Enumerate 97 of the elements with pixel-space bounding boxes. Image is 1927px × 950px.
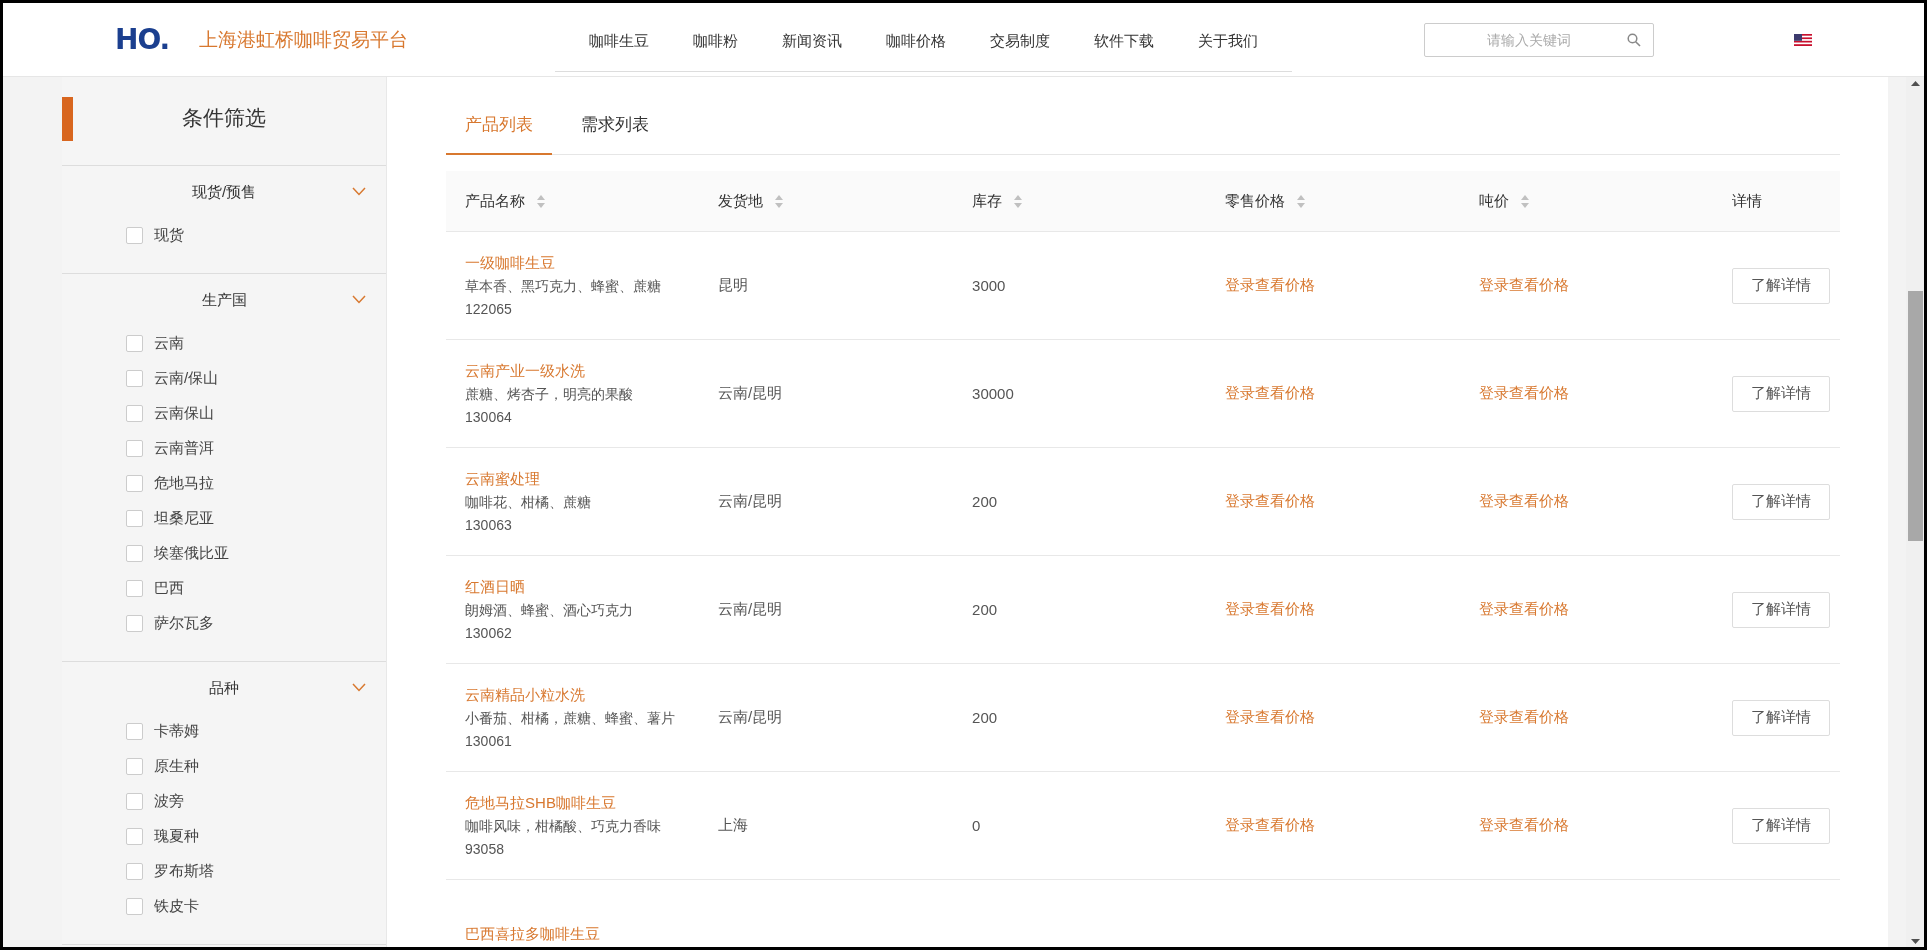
checkbox[interactable] (126, 898, 143, 915)
checkbox[interactable] (126, 828, 143, 845)
sort-icon[interactable] (1297, 194, 1306, 208)
product-code: 122065 (465, 299, 513, 319)
flag-icon[interactable] (1794, 33, 1812, 46)
checkbox[interactable] (126, 545, 143, 562)
filter-option[interactable]: 波旁 (154, 792, 184, 811)
flavor-notes: 咖啡花、柑橘、蔗糖 (465, 492, 593, 512)
details-button[interactable]: 了解详情 (1732, 591, 1831, 628)
origin-cell-text: 云南/昆明 (718, 492, 784, 511)
product-code: 130062 (465, 623, 513, 643)
group-title[interactable]: 现货/预售 (191, 182, 257, 202)
filter-option[interactable]: 危地马拉 (154, 474, 214, 493)
nav-link[interactable]: 交易制度 (968, 31, 1072, 51)
checkbox[interactable] (126, 227, 143, 244)
product-code: 130061 (465, 731, 513, 751)
stock-cell-text: 200 (972, 709, 999, 726)
flavor-notes: 小番茄、柑橘，蔗糖、蜂蜜、薯片 (465, 708, 677, 728)
sort-icon[interactable] (775, 194, 784, 208)
group-title[interactable]: 生产国 (201, 290, 247, 310)
chevron-icon[interactable] (352, 295, 367, 304)
checkbox[interactable] (126, 615, 143, 632)
checkbox[interactable] (126, 793, 143, 810)
filter-option[interactable]: 埃塞俄比亚 (154, 544, 229, 563)
stock-cell-text: 0 (972, 817, 982, 834)
flavor-notes: 朗姆酒、蜂蜜、酒心巧克力 (465, 600, 635, 620)
search-icon[interactable] (1627, 32, 1641, 47)
stock-cell-text: 200 (972, 493, 999, 510)
product-code: 130064 (465, 407, 513, 427)
checkbox[interactable] (126, 370, 143, 387)
nav-link[interactable]: 新闻资讯 (760, 31, 864, 51)
filter-option[interactable]: 巴西 (154, 579, 184, 598)
chevron-icon[interactable] (352, 683, 367, 692)
product-code: 93058 (465, 839, 505, 859)
origin-cell-text: 昆明 (718, 276, 750, 295)
checkbox[interactable] (126, 510, 143, 527)
stock-cell-text: 200 (972, 601, 999, 618)
sort-icon[interactable] (1014, 194, 1023, 208)
details-button[interactable]: 了解详情 (1732, 375, 1831, 412)
details-button[interactable]: 了解详情 (1732, 267, 1831, 304)
nav-link[interactable]: 咖啡生豆 (567, 31, 671, 51)
sort-icon[interactable] (1521, 194, 1530, 208)
details-button[interactable]: 了解详情 (1732, 807, 1831, 844)
filter-option[interactable]: 卡蒂姆 (154, 722, 199, 741)
product-code: 130063 (465, 515, 513, 535)
origin-cell-text: 云南/昆明 (718, 600, 784, 619)
scroll-down-icon[interactable] (1910, 939, 1920, 944)
site-title: 上海港虹桥咖啡贸易平台 (199, 27, 409, 52)
nav-link[interactable]: 软件下载 (1072, 31, 1176, 51)
stock-cell-text: 30000 (972, 385, 1015, 402)
tab[interactable]: 需求列表 (562, 99, 669, 155)
checkbox[interactable] (126, 863, 143, 880)
origin-cell-text: 云南/昆明 (718, 384, 784, 403)
filter-option[interactable]: 萨尔瓦多 (154, 614, 214, 633)
filter-option[interactable]: 云南/保山 (154, 369, 219, 388)
flavor-notes: 蔗糖、烤杏子，明亮的果酸 (465, 384, 635, 404)
flavor-notes: 咖啡风味，柑橘酸、巧克力香味 (465, 816, 663, 836)
scroll-thumb[interactable] (1907, 291, 1923, 541)
column-header[interactable]: 产品名称 (465, 191, 526, 211)
scroll-up-icon[interactable] (1910, 81, 1920, 86)
column-header[interactable]: 吨价 (1479, 191, 1510, 211)
filter-option[interactable]: 云南 (154, 334, 184, 353)
nav-link[interactable]: 咖啡价格 (864, 31, 968, 51)
origin-cell-text: 云南/昆明 (718, 708, 784, 727)
sort-icon[interactable] (537, 194, 546, 208)
details-button[interactable]: 了解详情 (1732, 483, 1831, 520)
checkbox[interactable] (126, 440, 143, 457)
filter-option[interactable]: 原生种 (154, 757, 199, 776)
checkbox[interactable] (126, 723, 143, 740)
filter-option[interactable]: 罗布斯塔 (154, 862, 214, 881)
group-title[interactable]: 品种 (209, 678, 239, 698)
details-button[interactable]: 了解详情 (1732, 699, 1831, 736)
checkbox[interactable] (126, 335, 143, 352)
filter-option[interactable]: 云南普洱 (154, 439, 214, 458)
origin-cell-text: 上海 (718, 816, 750, 835)
checkbox[interactable] (126, 405, 143, 422)
filter-option[interactable]: 云南保山 (154, 404, 214, 423)
search-field[interactable]: 请输入关键词 (1424, 22, 1654, 57)
checkbox[interactable] (126, 475, 143, 492)
accent-bar (62, 97, 73, 141)
column-header[interactable]: 详情 (1732, 191, 1763, 211)
filter-option[interactable]: 坦桑尼亚 (154, 509, 214, 528)
stock-cell-text: 3000 (972, 277, 1007, 294)
flavor-notes: 草本香、黑巧克力、蜂蜜、蔗糖 (465, 276, 663, 296)
column-header[interactable]: 库存 (972, 191, 1003, 211)
column-header[interactable]: 零售价格 (1225, 191, 1286, 211)
logo[interactable]: HO. (115, 23, 170, 56)
filter-option[interactable]: 瑰夏种 (154, 827, 199, 846)
filter-option[interactable]: 铁皮卡 (154, 897, 199, 916)
checkbox[interactable] (126, 580, 143, 597)
chevron-icon[interactable] (352, 187, 367, 196)
nav-link[interactable]: 关于我们 (1176, 31, 1280, 51)
sidebar-title: 条件筛选 (182, 105, 266, 131)
filter-option[interactable]: 现货 (154, 226, 184, 245)
nav-link[interactable]: 咖啡粉 (671, 31, 760, 51)
column-header[interactable]: 发货地 (718, 191, 764, 211)
checkbox[interactable] (126, 758, 143, 775)
